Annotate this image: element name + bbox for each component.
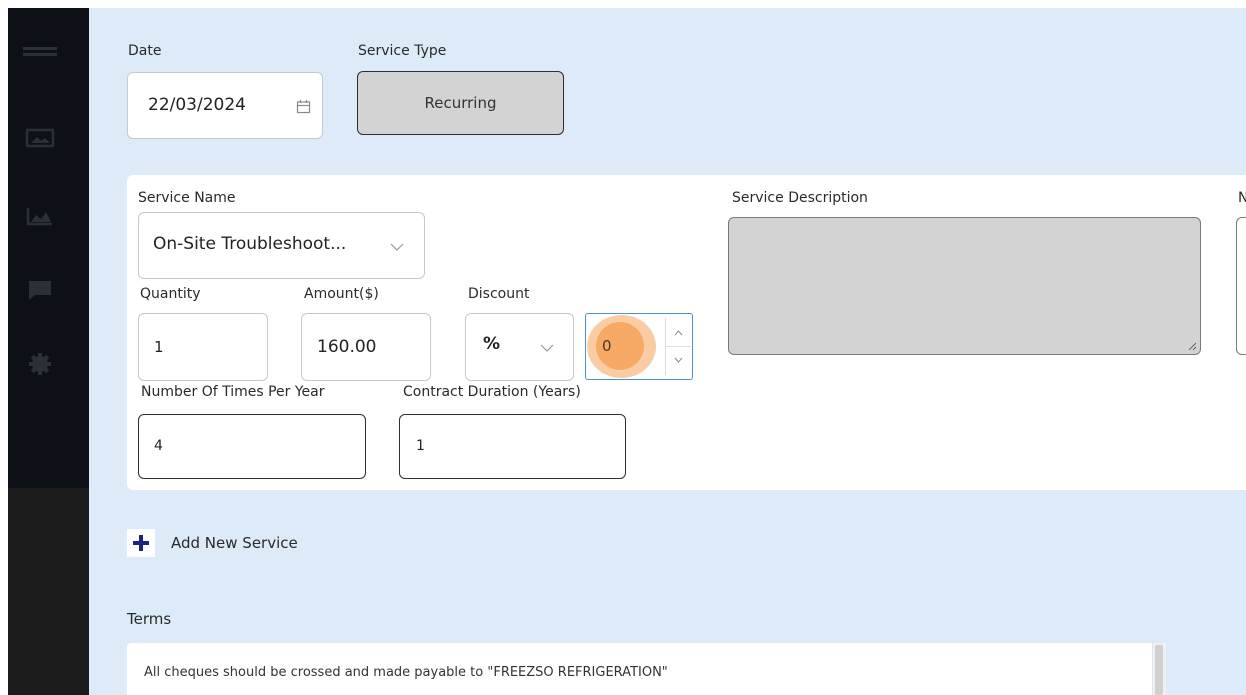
service-name-select[interactable]: On-Site Troubleshoot... bbox=[138, 212, 425, 279]
terms-label: Terms bbox=[127, 610, 172, 628]
times-per-year-input[interactable]: 4 bbox=[138, 414, 366, 479]
date-value: 22/03/2024 bbox=[148, 95, 246, 115]
message-icon[interactable] bbox=[22, 279, 58, 301]
number-spinner[interactable] bbox=[665, 318, 691, 375]
add-service-label[interactable]: Add New Service bbox=[171, 534, 298, 552]
discount-label: Discount bbox=[468, 286, 530, 302]
discount-type-select[interactable]: % bbox=[465, 313, 574, 381]
service-description-label: Service Description bbox=[732, 190, 868, 206]
contract-duration-label: Contract Duration (Years) bbox=[403, 384, 581, 400]
window-top-edge bbox=[0, 0, 1246, 8]
image-icon[interactable] bbox=[22, 127, 58, 149]
amount-value: 160.00 bbox=[317, 337, 377, 357]
amount-label: Amount($) bbox=[304, 286, 379, 302]
date-input[interactable]: 22/03/2024 bbox=[127, 72, 323, 139]
service-name-value: On-Site Troubleshoot... bbox=[153, 234, 347, 254]
times-per-year-label: Number Of Times Per Year bbox=[141, 384, 325, 400]
chevron-down-icon bbox=[390, 243, 404, 251]
menu-icon[interactable] bbox=[22, 43, 58, 65]
chevron-down-icon[interactable] bbox=[674, 357, 683, 363]
gear-icon[interactable] bbox=[22, 353, 58, 375]
service-type-field: Recurring bbox=[357, 71, 564, 135]
service-name-label: Service Name bbox=[138, 190, 236, 206]
quantity-label: Quantity bbox=[140, 286, 201, 302]
chevron-down-icon bbox=[540, 344, 554, 352]
chevron-up-icon[interactable] bbox=[674, 330, 683, 336]
service-type-label: Service Type bbox=[358, 43, 447, 59]
sidebar-footer bbox=[8, 488, 89, 695]
terms-textarea[interactable]: All cheques should be crossed and made p… bbox=[127, 643, 1154, 695]
resize-handle-icon[interactable] bbox=[1188, 342, 1197, 351]
plus-icon bbox=[133, 535, 149, 551]
discount-type-value: % bbox=[483, 334, 501, 354]
terms-scrollbar-thumb[interactable] bbox=[1155, 645, 1163, 695]
next-column-field[interactable] bbox=[1236, 217, 1246, 355]
add-service-button[interactable] bbox=[127, 529, 155, 557]
window-left-edge bbox=[0, 0, 8, 695]
discount-value: 0 bbox=[602, 337, 612, 355]
amount-input[interactable]: 160.00 bbox=[301, 313, 431, 381]
chart-icon[interactable] bbox=[22, 205, 58, 227]
terms-text: All cheques should be crossed and made p… bbox=[144, 665, 668, 680]
date-label: Date bbox=[128, 43, 162, 59]
quantity-input[interactable]: 1 bbox=[138, 313, 268, 381]
next-column-label: N bbox=[1238, 190, 1246, 206]
times-per-year-value: 4 bbox=[154, 438, 163, 454]
discount-value-input[interactable]: 0 bbox=[585, 313, 693, 380]
service-description-textarea[interactable] bbox=[728, 217, 1201, 355]
quantity-value: 1 bbox=[154, 338, 164, 356]
calendar-icon[interactable] bbox=[296, 99, 311, 114]
service-type-value: Recurring bbox=[424, 94, 497, 112]
contract-duration-value: 1 bbox=[416, 438, 425, 454]
contract-duration-input[interactable]: 1 bbox=[399, 414, 626, 479]
